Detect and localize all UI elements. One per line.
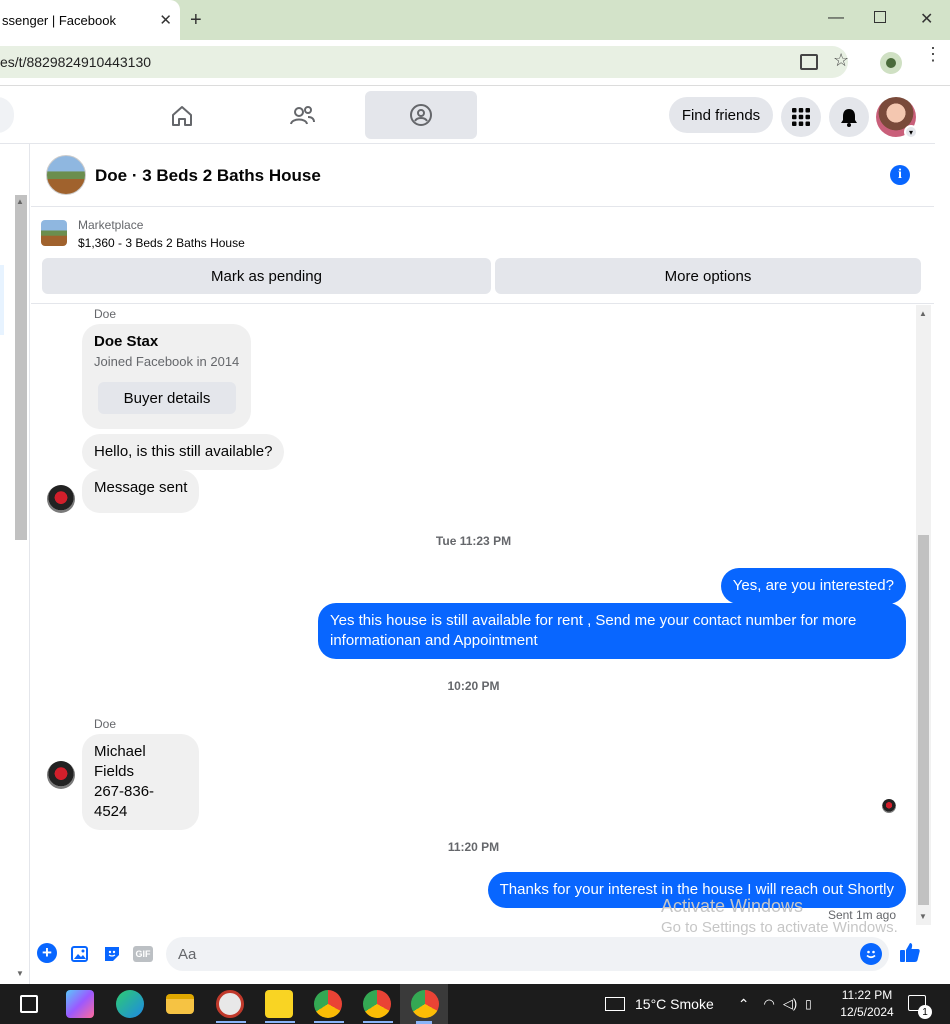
sender-name: Doe — [94, 307, 117, 321]
close-tab-icon[interactable]: ✕ — [159, 11, 172, 29]
emoji-icon[interactable] — [860, 943, 882, 965]
thread-scrollbar-thumb[interactable] — [918, 535, 929, 905]
browser-tab-strip: ssenger | Facebook ✕ + — ✕ — [0, 0, 950, 40]
sender-name: Doe — [94, 717, 117, 731]
running-indicator — [363, 1021, 393, 1023]
show-hidden-icons-icon[interactable]: ⌃ — [738, 996, 750, 1013]
windows-taskbar: 15°C Smoke ⌃ ◠ ◁) ▯ 11:22 PM 12/5/2024 1 — [0, 984, 950, 1024]
scroll-up-icon[interactable]: ▲ — [919, 309, 927, 318]
chrome-profile-b-icon[interactable] — [363, 990, 391, 1018]
photo-icon[interactable] — [69, 943, 91, 965]
timestamp: 11:20 PM — [447, 840, 500, 854]
account-avatar[interactable]: ▾ — [876, 97, 918, 139]
buyer-joined: Joined Facebook in 2014 — [94, 354, 240, 369]
notification-badge: 1 — [918, 1005, 932, 1019]
left-scroll-down-icon[interactable]: ▼ — [16, 969, 24, 978]
volume-icon[interactable]: ◁) — [783, 996, 797, 1012]
running-indicator — [265, 1021, 295, 1023]
message-composer: + GIF Aa — [31, 935, 934, 975]
snipping-tool-icon[interactable] — [216, 990, 244, 1018]
weather-icon[interactable] — [605, 997, 625, 1011]
clock-date: 12/5/2024 — [840, 1005, 894, 1019]
contact-avatar[interactable] — [47, 485, 75, 513]
left-scroll-up-icon[interactable]: ▲ — [16, 197, 24, 206]
clock-time: 11:22 PM — [841, 988, 893, 1002]
bookmark-star-icon[interactable]: ☆ — [833, 50, 849, 71]
message-thread: Doe Doe Stax Joined Facebook in 2014 Buy… — [31, 305, 916, 935]
restore-icon[interactable] — [874, 11, 886, 23]
mark-as-pending-button[interactable]: Mark as pending — [42, 258, 491, 294]
minimize-icon[interactable]: — — [828, 9, 844, 27]
file-explorer-icon[interactable] — [166, 994, 194, 1014]
address-bar-row: es/t/8829824910443130 ☆ ⋮ — [0, 40, 950, 86]
menu-grid-icon[interactable] — [781, 97, 821, 137]
chrome-active-icon[interactable] — [411, 990, 439, 1018]
timestamp: 10:20 PM — [447, 679, 500, 693]
marketplace-listing-bar: Marketplace $1,360 - 3 Beds 2 Baths Hous… — [31, 208, 934, 304]
listing-thumbnail[interactable] — [41, 220, 67, 246]
message-line: 267-836-4524 — [94, 783, 155, 820]
notifications-bell-icon[interactable] — [829, 97, 869, 137]
selected-chat-indicator — [0, 265, 4, 335]
read-receipt-avatar — [882, 799, 896, 813]
edge-icon[interactable] — [116, 990, 144, 1018]
copilot-icon[interactable] — [66, 990, 94, 1018]
gif-icon[interactable]: GIF — [133, 946, 153, 962]
plus-icon[interactable]: + — [37, 943, 57, 963]
left-scrollbar[interactable] — [15, 195, 27, 540]
weather-text[interactable]: 15°C Smoke — [635, 996, 714, 1012]
chat-title[interactable]: Doe · 3 Beds 2 Baths House — [95, 166, 321, 186]
running-indicator — [216, 1021, 246, 1023]
incoming-message[interactable]: Hello, is this still available? — [82, 434, 285, 470]
buyer-name: Doe Stax — [94, 333, 159, 350]
facebook-top-nav: Find friends ▾ — [0, 87, 935, 144]
chrome-profile-a-icon[interactable] — [314, 990, 342, 1018]
url-text: es/t/8829824910443130 — [0, 54, 152, 70]
taskbar-clock[interactable]: 11:22 PM 12/5/2024 — [838, 987, 896, 1021]
system-tray: 15°C Smoke ⌃ ◠ ◁) ▯ — [605, 984, 812, 1024]
wifi-icon[interactable]: ◠ — [763, 996, 774, 1012]
like-thumbs-up-icon[interactable] — [899, 941, 921, 963]
buyer-profile-card: Doe Stax Joined Facebook in 2014 Buyer d… — [82, 324, 251, 429]
more-options-button[interactable]: More options — [495, 258, 921, 294]
chat-header: Doe · 3 Beds 2 Baths House i — [31, 145, 934, 207]
info-icon[interactable]: i — [890, 165, 910, 185]
listing-price-title[interactable]: $1,360 - 3 Beds 2 Baths House — [78, 236, 245, 250]
running-indicator — [314, 1021, 344, 1023]
buyer-details-button[interactable]: Buyer details — [98, 382, 236, 414]
search-field[interactable] — [0, 97, 14, 133]
battery-icon[interactable]: ▯ — [805, 997, 812, 1011]
browser-tab[interactable]: ssenger | Facebook ✕ — [0, 0, 180, 40]
close-window-icon[interactable]: ✕ — [920, 9, 933, 29]
outgoing-message[interactable]: Yes, are you interested? — [720, 568, 906, 604]
message-line: Michael Fields — [94, 743, 146, 780]
account-chevron-down-icon[interactable]: ▾ — [904, 125, 918, 139]
incoming-message[interactable]: Message sent — [82, 470, 200, 513]
url-field[interactable]: es/t/8829824910443130 — [0, 46, 848, 78]
task-view-icon[interactable] — [20, 995, 38, 1013]
install-app-icon[interactable] — [800, 54, 818, 70]
incoming-message[interactable]: Michael Fields 267-836-4524 — [82, 734, 199, 830]
timestamp: Tue 11:23 PM — [435, 534, 512, 548]
message-input[interactable]: Aa — [166, 937, 889, 971]
activate-windows-watermark: Activate Windows Go to Settings to activ… — [661, 895, 898, 939]
outgoing-message[interactable]: Yes this house is still available for re… — [318, 603, 906, 659]
nav-home-icon[interactable] — [126, 87, 238, 144]
find-friends-button[interactable]: Find friends — [669, 97, 773, 133]
contact-avatar[interactable] — [47, 761, 75, 789]
marketplace-label: Marketplace — [78, 218, 144, 232]
scroll-down-icon[interactable]: ▼ — [919, 912, 927, 921]
nav-friends-icon[interactable] — [246, 87, 358, 144]
browser-menu-icon[interactable]: ⋮ — [924, 45, 942, 63]
profile-icon[interactable] — [880, 52, 902, 74]
nav-groups-icon[interactable] — [365, 91, 477, 139]
new-tab-icon[interactable]: + — [190, 9, 202, 32]
sticker-icon[interactable] — [101, 943, 123, 965]
sticky-notes-icon[interactable] — [265, 990, 293, 1018]
listing-avatar[interactable] — [46, 155, 86, 195]
tab-title: ssenger | Facebook — [2, 12, 116, 28]
watermark-title: Activate Windows — [661, 896, 804, 916]
